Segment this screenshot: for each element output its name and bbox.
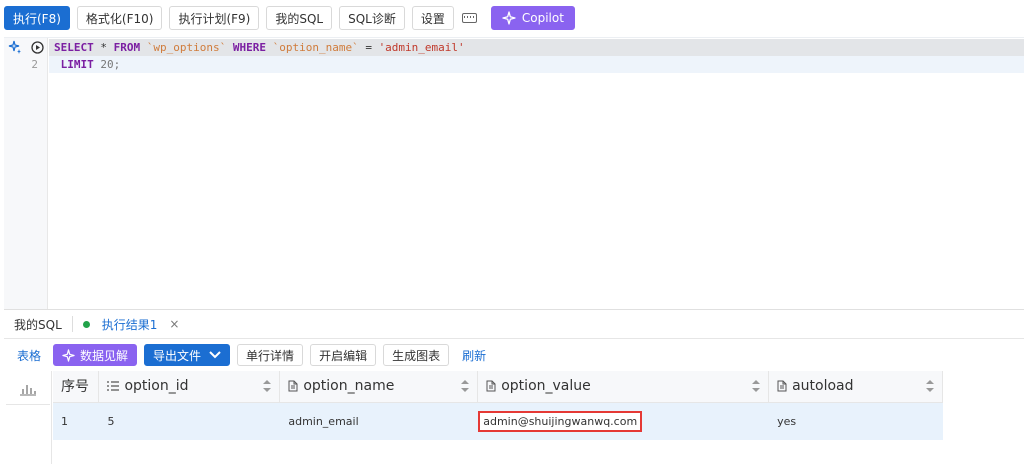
identifier: `option_name` — [265, 41, 366, 54]
column-header-index: 序号 — [53, 371, 100, 403]
number-literal: 20; — [93, 58, 121, 71]
keyboard-icon[interactable] — [461, 6, 479, 30]
column-header-option-name[interactable]: option_name — [279, 371, 479, 403]
table-cell-option-value[interactable]: admin@shuijingwanwq.com — [477, 402, 770, 440]
column-header-option-id[interactable]: option_id — [98, 371, 281, 403]
tab-result-1[interactable]: 执行结果1 × — [73, 309, 190, 339]
editor-gutter: 2 — [4, 38, 48, 309]
table-cell-autoload[interactable]: yes — [768, 402, 943, 440]
export-file-button[interactable]: 导出文件 — [144, 344, 231, 366]
column-header-autoload[interactable]: autoload — [768, 371, 943, 403]
tab-my-sql[interactable]: 我的SQL — [4, 309, 72, 339]
success-status-dot — [82, 320, 90, 328]
table-cell-index[interactable]: 1 — [53, 402, 100, 440]
sort-icon[interactable] — [752, 380, 761, 392]
line-number: 2 — [31, 58, 38, 71]
ai-sparkle-icon[interactable] — [8, 40, 22, 54]
row-detail-button[interactable]: 单行详情 — [237, 344, 304, 366]
table-view-tab[interactable]: 表格 — [4, 347, 53, 364]
highlighted-value: admin@shuijingwanwq.com — [478, 410, 643, 432]
data-insights-label: 数据见解 — [80, 348, 129, 363]
table-row[interactable]: 1 5 admin_email admin@shuijingwanwq.com … — [53, 402, 943, 440]
column-header-option-value[interactable]: option_value — [477, 371, 770, 403]
format-button[interactable]: 格式化(F10) — [76, 6, 163, 30]
column-header-label: 序号 — [61, 379, 89, 396]
sort-icon[interactable] — [926, 380, 934, 392]
enable-edit-button[interactable]: 开启编辑 — [310, 344, 377, 366]
table-header-row: 序号 option_id option_name option_value au… — [53, 371, 943, 403]
explain-plan-button[interactable]: 执行计划(F9) — [169, 6, 260, 30]
text-type-icon — [288, 380, 298, 392]
operator: * — [93, 41, 114, 54]
bar-chart-icon — [20, 384, 36, 396]
chevron-down-icon — [209, 351, 221, 359]
settings-button[interactable]: 设置 — [411, 6, 454, 30]
keyword: WHERE — [232, 41, 266, 54]
keyword: SELECT — [54, 41, 94, 54]
my-sql-button[interactable]: 我的SQL — [266, 6, 333, 30]
sort-icon[interactable] — [461, 380, 470, 392]
column-header-label: option_name — [303, 378, 395, 395]
identifier: `wp_options` — [140, 41, 233, 54]
generate-chart-button[interactable]: 生成图表 — [383, 344, 450, 366]
close-icon[interactable]: × — [169, 317, 179, 331]
copilot-label: Copilot — [521, 11, 564, 25]
sparkle-icon — [62, 348, 75, 362]
sparkle-icon — [502, 11, 516, 25]
keyword: LIMIT — [54, 58, 94, 71]
code-line[interactable]: LIMIT 20; — [49, 56, 1024, 73]
text-type-icon — [486, 380, 496, 392]
results-toolbar: 表格 数据见解 导出文件 单行详情 开启编辑 生成图表 刷新 — [4, 341, 1024, 369]
result-side-panel — [4, 371, 52, 464]
editor-toolbar: 执行(F8) 格式化(F10) 执行计划(F9) 我的SQL SQL诊断 设置 … — [0, 0, 1024, 36]
table-cell-option-id[interactable]: 5 — [98, 402, 281, 440]
sort-icon[interactable] — [263, 380, 272, 392]
code-line[interactable]: SELECT * FROM `wp_options` WHERE `option… — [49, 39, 1024, 56]
string-literal: 'admin_email' — [378, 41, 465, 54]
export-label: 导出文件 — [153, 348, 202, 363]
tab-result-label: 执行结果1 — [101, 317, 158, 332]
chart-toggle[interactable] — [6, 373, 50, 405]
result-table: 序号 option_id option_name option_value au… — [53, 371, 943, 440]
sql-editor[interactable]: 2 SELECT * FROM `wp_options` WHERE `opti… — [4, 37, 1024, 309]
table-cell-option-name[interactable]: admin_email — [279, 402, 479, 440]
run-line-icon[interactable] — [31, 40, 44, 54]
column-header-label: autoload — [792, 378, 854, 395]
copilot-button[interactable]: Copilot — [490, 6, 575, 30]
run-button[interactable]: 执行(F8) — [4, 6, 70, 30]
sort-list-icon — [107, 381, 120, 391]
text-type-icon — [777, 380, 787, 392]
column-header-label: option_id — [124, 378, 189, 395]
refresh-link[interactable]: 刷新 — [456, 347, 498, 364]
operator: = — [365, 41, 379, 54]
column-header-label: option_value — [501, 378, 591, 395]
keyword: FROM — [113, 41, 141, 54]
sql-diagnose-button[interactable]: SQL诊断 — [339, 6, 405, 30]
data-insights-button[interactable]: 数据见解 — [53, 344, 138, 366]
result-tabs: 我的SQL 执行结果1 × — [4, 309, 1024, 339]
gutter-actions — [4, 39, 48, 55]
